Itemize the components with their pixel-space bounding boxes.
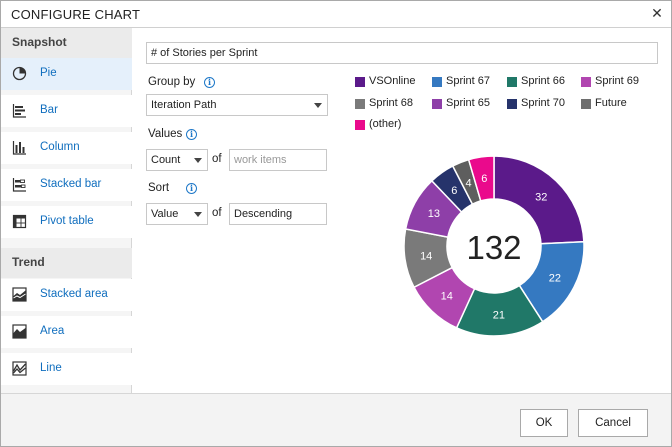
legend-swatch — [355, 120, 365, 130]
sidebar-item-label: Stacked area — [40, 288, 108, 300]
legend-swatch — [581, 99, 591, 109]
group-by-value: Iteration Path — [151, 99, 217, 111]
legend-label: VSOnline — [369, 75, 416, 87]
pie-chart-icon — [12, 66, 27, 81]
dialog-title: CONFIGURE CHART — [11, 7, 141, 22]
donut-slice-value-label: 6 — [481, 173, 487, 185]
sidebar-item-bar[interactable]: Bar — [1, 95, 132, 127]
donut-slice-value-label: 21 — [493, 309, 505, 321]
sidebar-item-line[interactable]: Line — [1, 353, 132, 385]
snapshot-section-header: Snapshot — [1, 28, 132, 58]
donut-slice-value-label: 32 — [535, 191, 547, 203]
sidebar-item-label: Pivot table — [40, 215, 94, 227]
dialog-footer: OK Cancel — [1, 393, 671, 446]
sidebar-item-label: Bar — [40, 104, 58, 116]
stacked-area-icon — [12, 287, 27, 302]
sidebar-item-label: Line — [40, 362, 62, 374]
sidebar-item-area[interactable]: Area — [1, 316, 132, 348]
legend-label: Sprint 66 — [521, 75, 566, 87]
values-field-input[interactable]: work items — [229, 149, 327, 171]
group-by-select[interactable]: Iteration Path — [146, 94, 328, 116]
donut-slice-value-label: 4 — [465, 177, 471, 189]
values-aggregate-select[interactable]: Count — [146, 149, 208, 171]
chevron-down-icon — [314, 103, 322, 108]
values-label: Values — [148, 128, 183, 140]
sidebar-item-stacked-bar[interactable]: Stacked bar — [1, 169, 132, 201]
legend-swatch — [432, 99, 442, 109]
legend-label: Sprint 65 — [446, 97, 491, 109]
sidebar-item-label: Area — [40, 325, 65, 337]
sort-order-input[interactable]: Descending — [229, 203, 327, 225]
chart-title-input[interactable]: # of Stories per Sprint — [146, 42, 658, 64]
legend-label: Sprint 70 — [521, 97, 566, 109]
sidebar-item-column[interactable]: Column — [1, 132, 132, 164]
sidebar-item-label: Pie — [40, 67, 57, 79]
area-chart-icon — [12, 324, 27, 339]
legend-label: Sprint 69 — [595, 75, 640, 87]
legend-swatch — [581, 77, 591, 87]
donut-slice-value-label: 14 — [441, 291, 453, 303]
sidebar-item-label: Column — [40, 141, 80, 153]
trend-section-header: Trend — [1, 248, 132, 278]
donut-slice-value-label: 14 — [420, 251, 432, 263]
legend-swatch — [507, 77, 517, 87]
legend-label: Future — [595, 97, 627, 109]
chart-config-panel: # of Stories per Sprint Group by i Itera… — [133, 28, 671, 393]
group-by-label: Group by — [148, 76, 196, 88]
chevron-down-icon — [194, 158, 202, 163]
chart-type-sidebar: Snapshot Pie Bar Column Stacked bar Pivo… — [1, 28, 132, 393]
legend-label: Sprint 68 — [369, 97, 414, 109]
close-icon[interactable]: ✕ — [650, 6, 664, 20]
donut-slice-value-label: 6 — [451, 185, 457, 197]
pivot-table-icon — [12, 214, 27, 229]
sidebar-item-stacked-area[interactable]: Stacked area — [1, 279, 132, 311]
legend-label: Sprint 67 — [446, 75, 491, 87]
stacked-bar-icon — [12, 178, 26, 192]
legend-swatch — [507, 99, 517, 109]
sort-by-value: Value — [151, 208, 179, 220]
cancel-button[interactable]: Cancel — [578, 409, 648, 437]
sidebar-item-pivot-table[interactable]: Pivot table — [1, 206, 132, 238]
legend-swatch — [355, 99, 365, 109]
values-aggregate-value: Count — [151, 154, 181, 166]
configure-chart-dialog: CONFIGURE CHART ✕ Snapshot Pie Bar Colum… — [0, 0, 672, 447]
legend-swatch — [355, 77, 365, 87]
donut-slice-value-label: 22 — [549, 272, 561, 284]
chevron-down-icon — [194, 212, 202, 217]
sort-label: Sort — [148, 182, 170, 194]
sort-info-icon[interactable]: i — [186, 183, 197, 194]
legend-label: (other) — [369, 118, 402, 130]
values-of-label: of — [212, 153, 222, 165]
sidebar-item-pie[interactable]: Pie — [1, 58, 132, 90]
line-chart-icon — [12, 361, 27, 376]
sort-by-select[interactable]: Value — [146, 203, 208, 225]
donut-slice-value-label: 13 — [428, 208, 440, 220]
dialog-titlebar: CONFIGURE CHART ✕ — [1, 1, 671, 28]
group-by-info-icon[interactable]: i — [204, 77, 215, 88]
values-info-icon[interactable]: i — [186, 129, 197, 140]
bar-chart-icon — [12, 104, 26, 118]
sort-of-label: of — [212, 207, 222, 219]
legend-swatch — [432, 77, 442, 87]
sidebar-item-label: Stacked bar — [40, 178, 102, 190]
column-chart-icon — [12, 141, 26, 155]
donut-total-label: 132 — [466, 229, 522, 266]
ok-button[interactable]: OK — [520, 409, 568, 437]
